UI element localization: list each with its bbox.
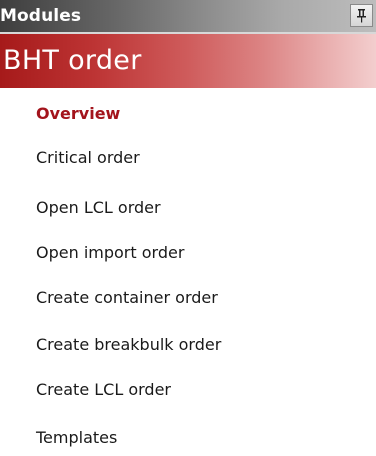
menu-item-open-import-order[interactable]: Open import order [36, 243, 184, 263]
menu-item-critical-order[interactable]: Critical order [36, 148, 140, 168]
menu-item-create-breakbulk-order[interactable]: Create breakbulk order [36, 335, 221, 355]
module-title-bar: BHT order [0, 34, 376, 88]
menu-item-open-lcl-order[interactable]: Open LCL order [36, 198, 161, 218]
module-title: BHT order [3, 45, 142, 76]
modules-panel: Modules BHT order Overview Critical orde… [0, 0, 376, 456]
menu-item-overview[interactable]: Overview [36, 104, 120, 124]
pin-button[interactable] [350, 4, 373, 27]
menu-item-templates[interactable]: Templates [36, 428, 117, 448]
menu-item-create-container-order[interactable]: Create container order [36, 288, 218, 308]
menu-item-create-lcl-order[interactable]: Create LCL order [36, 380, 171, 400]
panel-title: Modules [0, 6, 82, 26]
panel-header: Modules [0, 0, 376, 34]
